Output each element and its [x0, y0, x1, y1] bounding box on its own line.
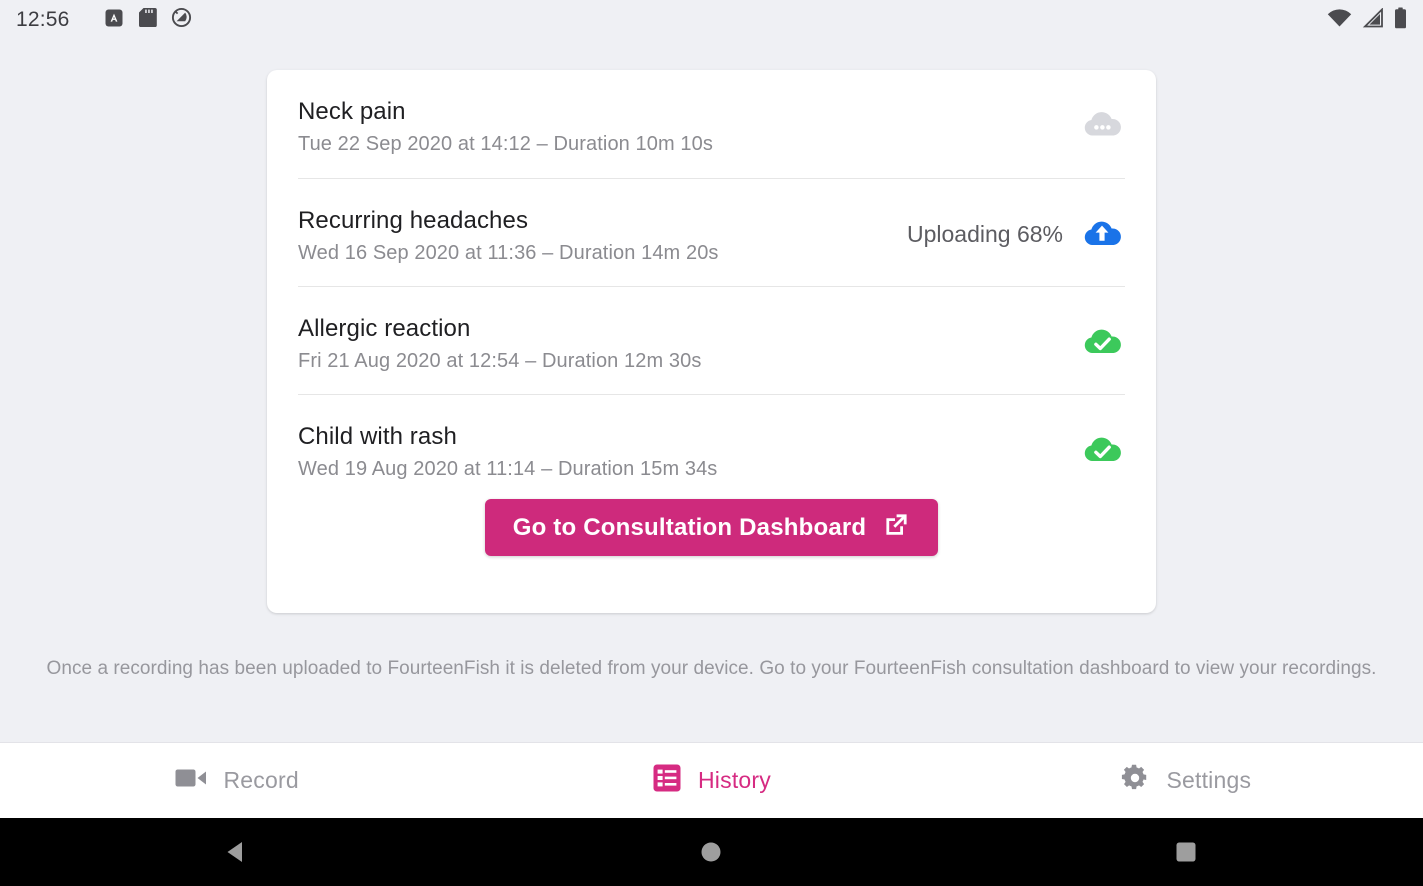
list-item-subtitle: Fri 21 Aug 2020 at 12:54 – Duration 12m … [298, 349, 702, 372]
bottom-navigation: Record History Settings [0, 742, 1423, 818]
list-item-status [1063, 98, 1125, 148]
list-item[interactable]: Neck pain Tue 22 Sep 2020 at 14:12 – Dur… [298, 70, 1125, 178]
recordings-card: Neck pain Tue 22 Sep 2020 at 14:12 – Dur… [267, 70, 1156, 613]
back-icon[interactable] [177, 818, 297, 886]
cta-label: Go to Consultation Dashboard [512, 513, 867, 541]
android-system-navigation-bar [0, 818, 1423, 886]
nav-item-label: History [698, 767, 771, 793]
nav-item-record[interactable]: Record [0, 743, 474, 818]
list-item-texts: Recurring headaches Wed 16 Sep 2020 at 1… [298, 207, 907, 265]
nav-item-settings[interactable]: Settings [949, 743, 1423, 818]
cloud-upload-icon [1079, 211, 1125, 257]
go-to-consultation-dashboard-button[interactable]: Go to Consultation Dashboard [484, 499, 939, 556]
status-bar: 12:56 [0, 0, 1423, 40]
list-item-title: Neck pain [298, 98, 406, 125]
nav-item-history[interactable]: History [474, 743, 948, 818]
videocam-icon [175, 766, 207, 795]
list-item-title: Child with rash [298, 423, 457, 450]
list-item[interactable]: Allergic reaction Fri 21 Aug 2020 at 12:… [298, 286, 1125, 394]
wifi-icon [1327, 8, 1352, 33]
external-link-icon [883, 511, 910, 545]
list-item-subtitle: Tue 22 Sep 2020 at 14:12 – Duration 10m … [298, 132, 713, 155]
status-bar-right [1327, 6, 1407, 34]
home-icon[interactable] [651, 818, 771, 886]
status-bar-left: 12:56 [16, 7, 192, 33]
list-item-title: Allergic reaction [298, 315, 471, 342]
cloud-pending-icon [1079, 102, 1125, 148]
list-item-texts: Neck pain Tue 22 Sep 2020 at 14:12 – Dur… [298, 98, 1063, 156]
screenshot-icon [104, 8, 124, 33]
list-item[interactable]: Child with rash Wed 19 Aug 2020 at 11:14… [298, 394, 1125, 502]
cloud-done-icon [1079, 427, 1125, 473]
recents-icon[interactable] [1126, 818, 1246, 886]
footnote-text: Once a recording has been uploaded to Fo… [46, 658, 1377, 679]
list-item-texts: Child with rash Wed 19 Aug 2020 at 11:14… [298, 423, 1063, 481]
cloud-done-icon [1079, 319, 1125, 365]
gear-icon [1120, 763, 1150, 798]
sd-card-icon [138, 7, 157, 33]
nav-item-label: Settings [1166, 767, 1252, 793]
list-icon [652, 763, 682, 798]
recordings-list: Neck pain Tue 22 Sep 2020 at 14:12 – Dur… [267, 70, 1156, 502]
upload-status-text: Uploading 68% [906, 220, 1063, 247]
do-not-disturb-icon [171, 7, 192, 33]
list-item-status [1063, 423, 1125, 473]
app-screen: 12:56 Neck pain Tue 22 Sep 2020 at 14:12… [0, 0, 1423, 886]
cta-container: Go to Consultation Dashboard [267, 499, 1156, 556]
list-item-status: Uploading 68% [907, 207, 1125, 257]
list-item-subtitle: Wed 16 Sep 2020 at 11:36 – Duration 14m … [298, 241, 719, 264]
cell-signal-icon [1362, 6, 1384, 33]
list-item[interactable]: Recurring headaches Wed 16 Sep 2020 at 1… [298, 178, 1125, 286]
status-bar-clock: 12:56 [16, 8, 70, 31]
list-item-texts: Allergic reaction Fri 21 Aug 2020 at 12:… [298, 315, 1063, 373]
list-item-status [1063, 315, 1125, 365]
battery-icon [1394, 7, 1407, 34]
nav-item-label: Record [223, 767, 299, 793]
list-item-title: Recurring headaches [298, 207, 529, 234]
list-item-subtitle: Wed 19 Aug 2020 at 11:14 – Duration 15m … [298, 457, 718, 480]
